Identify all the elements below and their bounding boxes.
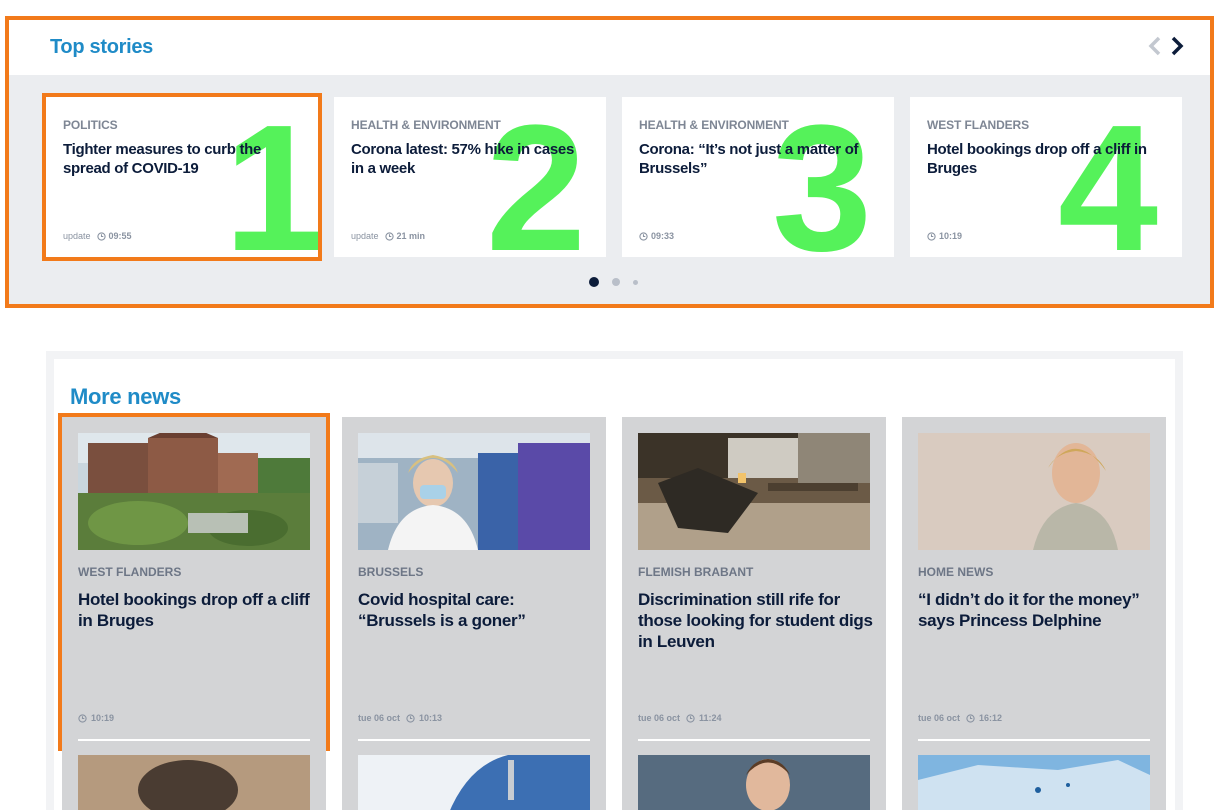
hospital-staff-image bbox=[358, 433, 590, 550]
story-number-overlay: 1 bbox=[224, 97, 318, 258]
news-date: tue 06 oct bbox=[638, 713, 681, 723]
news-date: tue 06 oct bbox=[358, 713, 401, 723]
news-category: WEST FLANDERS bbox=[78, 565, 182, 579]
story-time: 09:33 bbox=[651, 231, 675, 241]
news-card[interactable]: BRUSSELS Covid hospital care: “Brussels … bbox=[342, 417, 606, 747]
story-headline[interactable]: Tighter measures to curb the spread of C… bbox=[63, 140, 301, 178]
news-time: 11:24 bbox=[699, 713, 722, 723]
chevron-left-icon bbox=[1148, 36, 1161, 56]
vaccine-image bbox=[358, 755, 590, 810]
pagination-dot[interactable] bbox=[612, 278, 620, 286]
pagination-dot[interactable] bbox=[633, 279, 638, 285]
story-time: 10:19 bbox=[939, 231, 963, 241]
news-thumbnail[interactable] bbox=[918, 755, 1150, 810]
news-time: 10:19 bbox=[91, 713, 115, 723]
clock-icon bbox=[384, 231, 394, 241]
story-category: HEALTH & ENVIRONMENT bbox=[639, 118, 789, 132]
story-time: 21 min bbox=[396, 231, 426, 241]
clock-icon bbox=[78, 713, 87, 723]
pagination-dot-active[interactable] bbox=[589, 277, 599, 287]
news-meta: 10:19 bbox=[78, 713, 114, 723]
map-image bbox=[918, 755, 1150, 810]
news-thumbnail[interactable] bbox=[358, 755, 590, 810]
more-news-title: More news bbox=[70, 384, 181, 409]
story-category: HEALTH & ENVIRONMENT bbox=[351, 118, 501, 132]
story-card[interactable]: HEALTH & ENVIRONMENT Corona: “It’s not j… bbox=[622, 97, 894, 257]
news-time: 10:13 bbox=[419, 713, 443, 723]
story-card[interactable]: POLITICS Tighter measures to curb the sp… bbox=[42, 93, 322, 261]
news-category: BRUSSELS bbox=[358, 565, 424, 579]
news-card[interactable]: WEST FLANDERS Hotel bookings drop off a … bbox=[58, 413, 330, 751]
story-headline[interactable]: Corona: “It’s not just a matter of Bruss… bbox=[639, 140, 877, 178]
news-card[interactable]: HOME NEWS “I didn’t do it for the money”… bbox=[902, 417, 1166, 747]
desert-image bbox=[78, 755, 310, 810]
card-divider bbox=[638, 739, 870, 741]
story-meta: 09:33 bbox=[639, 231, 674, 241]
news-thumbnail[interactable] bbox=[638, 755, 870, 810]
clock-icon bbox=[639, 231, 648, 241]
news-category: HOME NEWS bbox=[918, 565, 994, 579]
story-category: WEST FLANDERS bbox=[927, 118, 1030, 132]
news-card[interactable] bbox=[62, 747, 326, 810]
top-stories-panel: Top stories POLITICS Tighter measures to… bbox=[5, 16, 1214, 308]
news-thumbnail[interactable] bbox=[918, 433, 1150, 550]
news-date: tue 06 oct bbox=[918, 713, 961, 723]
news-card[interactable]: FLEMISH BRABANT Discrimination still rif… bbox=[622, 417, 886, 747]
chevron-right-icon bbox=[1171, 36, 1184, 56]
clock-icon bbox=[686, 713, 695, 723]
story-time: 09:55 bbox=[108, 231, 132, 241]
card-divider bbox=[78, 739, 310, 741]
news-card[interactable] bbox=[622, 747, 886, 810]
news-thumbnail[interactable] bbox=[638, 433, 870, 550]
news-headline[interactable]: Covid hospital care: “Brussels is a gone… bbox=[358, 589, 594, 631]
news-meta: tue 06 oct 11:24 bbox=[638, 713, 722, 723]
news-thumbnail[interactable] bbox=[358, 433, 590, 550]
carousel-pagination bbox=[589, 277, 651, 287]
leuven-square-image bbox=[638, 433, 870, 550]
story-meta: 10:19 bbox=[927, 231, 962, 241]
news-meta: tue 06 oct 10:13 bbox=[358, 713, 442, 723]
story-number-overlay: 3 bbox=[772, 97, 873, 258]
politician-image bbox=[638, 755, 870, 810]
princess-portrait-image bbox=[918, 433, 1150, 550]
story-number-overlay: 4 bbox=[1058, 97, 1159, 258]
news-headline[interactable]: “I didn’t do it for the money” says Prin… bbox=[918, 589, 1154, 631]
top-stories-title: Top stories bbox=[50, 36, 154, 58]
story-card[interactable]: WEST FLANDERS Hotel bookings drop off a … bbox=[910, 97, 1182, 257]
news-card[interactable] bbox=[342, 747, 606, 810]
story-headline[interactable]: Corona latest: 57% hike in cases in a we… bbox=[351, 140, 589, 178]
story-meta: update 09:55 bbox=[63, 231, 132, 241]
news-category: FLEMISH BRABANT bbox=[638, 565, 754, 579]
card-divider bbox=[918, 739, 1150, 741]
clock-icon bbox=[406, 713, 415, 723]
news-headline[interactable]: Hotel bookings drop off a cliff in Bruge… bbox=[78, 589, 314, 631]
clock-icon bbox=[96, 231, 106, 241]
update-label: update bbox=[63, 231, 91, 241]
news-time: 16:12 bbox=[979, 713, 1003, 723]
news-headline[interactable]: Discrimination still rife for those look… bbox=[638, 589, 874, 652]
carousel-next-button[interactable] bbox=[1165, 34, 1189, 58]
story-number-overlay: 2 bbox=[486, 97, 587, 258]
news-card[interactable] bbox=[902, 747, 1166, 810]
update-label: update bbox=[351, 231, 379, 241]
clock-icon bbox=[927, 231, 936, 241]
news-meta: tue 06 oct 16:12 bbox=[918, 713, 1002, 723]
story-card[interactable]: HEALTH & ENVIRONMENT Corona latest: 57% … bbox=[334, 97, 606, 257]
news-thumbnail[interactable] bbox=[78, 433, 310, 550]
bruges-garden-image bbox=[78, 433, 310, 550]
story-meta: update 21 min bbox=[351, 231, 425, 241]
story-category: POLITICS bbox=[63, 118, 118, 132]
top-stories-header: Top stories bbox=[9, 20, 1210, 75]
clock-icon bbox=[966, 713, 975, 723]
news-thumbnail[interactable] bbox=[78, 755, 310, 810]
card-divider bbox=[358, 739, 590, 741]
carousel-prev-button[interactable] bbox=[1143, 34, 1167, 58]
story-headline[interactable]: Hotel bookings drop off a cliff in Bruge… bbox=[927, 140, 1165, 178]
